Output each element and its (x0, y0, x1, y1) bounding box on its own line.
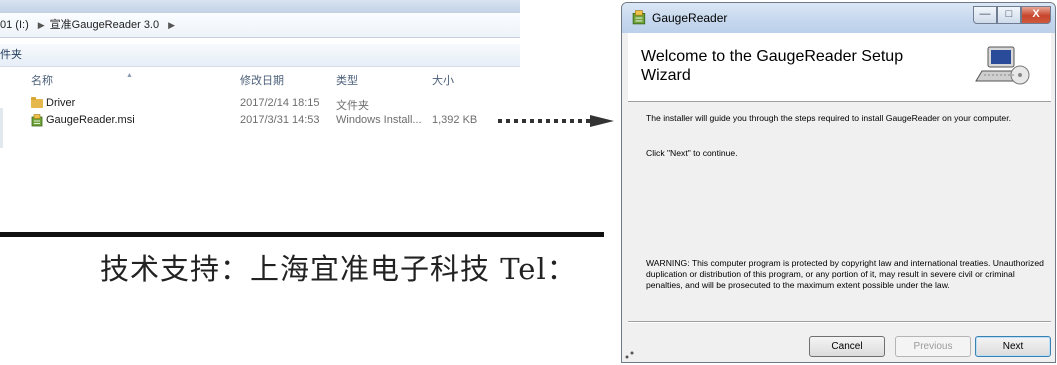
maximize-button[interactable]: □ (997, 6, 1021, 24)
banner-rule (0, 232, 604, 237)
minimize-button[interactable]: — (973, 6, 997, 24)
installer-window: GaugeReader — □ X Welcome to the GaugeRe… (621, 2, 1056, 363)
file-type: 文件夹 (336, 100, 369, 112)
window-title: GaugeReader (652, 11, 728, 25)
breadcrumb-drive[interactable]: 01 (I:) (0, 19, 29, 31)
dotted-arrow-icon (498, 115, 614, 127)
window-titlebar[interactable]: GaugeReader — □ X (622, 3, 1055, 33)
column-headers: ▲ 名称 修改日期 类型 大小 (0, 68, 520, 88)
file-type: Windows Install... (336, 114, 422, 126)
msi-package-icon (31, 114, 43, 127)
column-header-type[interactable]: 类型 (336, 72, 358, 88)
column-header-name[interactable]: 名称 (31, 72, 53, 88)
breadcrumb[interactable]: 01 (I:) ▶ 宣准GaugeReader 3.0 ▶ (0, 12, 520, 38)
intro-text: The installer will guide you through the… (646, 113, 1011, 123)
explorer-titlebar-strip (0, 0, 520, 12)
file-date: 2017/3/31 14:53 (240, 114, 320, 126)
msi-package-icon (632, 10, 646, 25)
folder-icon (31, 97, 43, 108)
file-row-msi[interactable]: GaugeReader.msi 2017/3/31 14:53 Windows … (0, 113, 520, 130)
resize-grip-icon[interactable] (624, 348, 638, 360)
setup-computer-icon (975, 46, 1030, 85)
breadcrumb-chevron-icon: ▶ (37, 20, 45, 30)
next-button[interactable]: Next (975, 336, 1051, 357)
column-header-size[interactable]: 大小 (432, 72, 454, 88)
breadcrumb-folder[interactable]: 宣准GaugeReader 3.0 (50, 19, 159, 31)
support-banner-text: 技术支持：上海宜准电子科技 Tel： (100, 252, 577, 286)
cancel-button[interactable]: Cancel (809, 336, 885, 357)
previous-button[interactable]: Previous (895, 336, 971, 357)
wizard-title: Welcome to the GaugeReader Setup Wizard (641, 48, 904, 84)
footer-divider (628, 321, 1051, 323)
column-header-date[interactable]: 修改日期 (240, 72, 284, 88)
file-row-driver[interactable]: Driver 2017/2/14 18:15 文件夹 (0, 96, 520, 113)
file-name: Driver (46, 97, 76, 109)
explorer-toolbar: 件夹 (0, 44, 520, 67)
file-explorer-fragment: 01 (I:) ▶ 宣准GaugeReader 3.0 ▶ 件夹 ▲ 名称 修改日期 … (0, 0, 520, 150)
file-size: 1,392 KB (432, 114, 478, 126)
file-date: 2017/2/14 18:15 (240, 97, 320, 109)
close-button[interactable]: X (1021, 6, 1051, 24)
breadcrumb-chevron-icon: ▶ (168, 20, 176, 30)
wizard-header: Welcome to the GaugeReader Setup Wizard (628, 33, 1051, 102)
wizard-body: The installer will guide you through the… (628, 102, 1051, 322)
sort-ascending-icon: ▲ (126, 72, 133, 79)
explorer-left-edge (0, 108, 3, 148)
continue-hint: Click "Next" to continue. (646, 148, 738, 158)
toolbar-label[interactable]: 件夹 (0, 49, 22, 61)
copyright-warning: WARNING: This computer program is protec… (646, 258, 1044, 290)
file-name: GaugeReader.msi (46, 114, 135, 126)
